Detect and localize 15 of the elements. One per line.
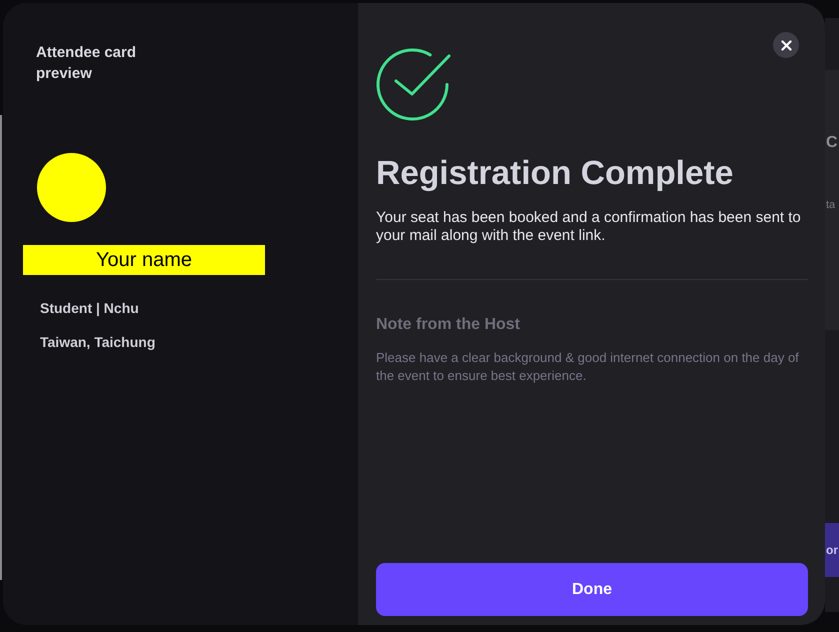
done-button[interactable]: Done xyxy=(376,563,808,616)
registration-title: Registration Complete xyxy=(376,155,734,193)
backdrop-button[interactable]: or xyxy=(825,523,839,577)
name-label: Your name xyxy=(23,245,265,275)
close-icon xyxy=(780,40,792,50)
backdrop-text: ta xyxy=(826,198,836,212)
preview-title: Attendee card preview xyxy=(36,43,138,84)
success-check-icon xyxy=(376,47,451,121)
note-heading: Note from the Host xyxy=(376,315,521,335)
close-button[interactable] xyxy=(773,32,799,58)
host-note: Please have a clear background & good internet connection on the day of the event to ensure best experience. xyxy=(376,349,800,385)
detail-text: Taiwan, Taichung xyxy=(40,333,156,352)
backdrop-heading: C xyxy=(826,133,838,153)
confirmation-message: Your seat has been booked and a confirmation has been sent to your mail along with the event link. xyxy=(376,209,802,245)
detail-text: Student | Nchu xyxy=(40,299,139,318)
